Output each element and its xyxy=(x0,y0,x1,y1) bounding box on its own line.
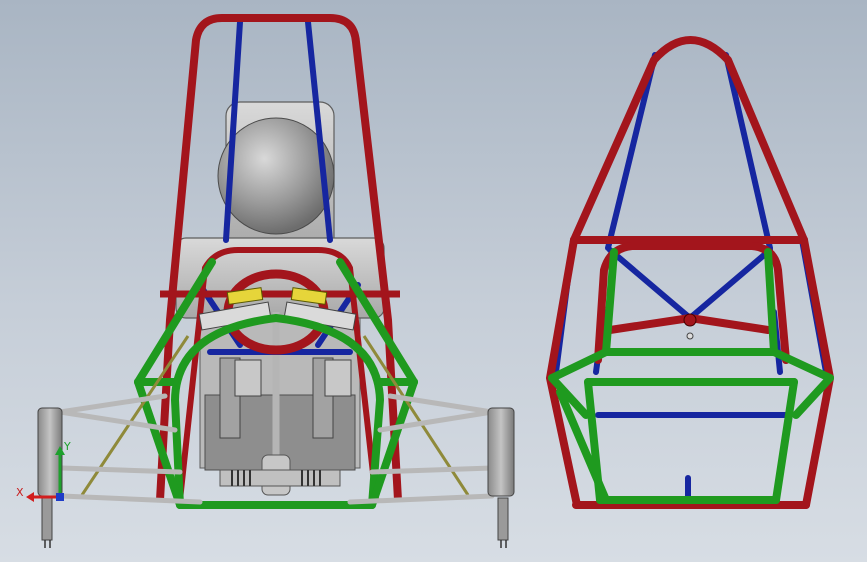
cad-graphics-area[interactable] xyxy=(0,0,867,562)
cad-viewport[interactable]: X Y xyxy=(0,0,867,562)
triad-y-label: Y xyxy=(64,440,71,453)
front-view[interactable] xyxy=(37,14,515,548)
rear-node xyxy=(683,313,697,327)
triad-x-label: X xyxy=(16,486,24,499)
rear-view[interactable] xyxy=(546,36,834,509)
rear-lower-frame xyxy=(548,248,834,504)
